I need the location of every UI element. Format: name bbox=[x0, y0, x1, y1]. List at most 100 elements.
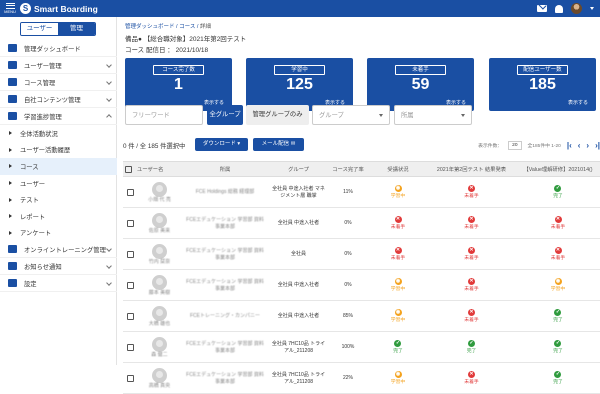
sidebar-subitem-survey[interactable]: アンケート bbox=[0, 225, 117, 242]
user-avatar[interactable] bbox=[571, 3, 582, 14]
download-button[interactable]: ダウンロード ▾ bbox=[195, 138, 248, 151]
sidebar-item-courses[interactable]: コース管理 bbox=[0, 74, 117, 91]
table-row[interactable]: 竹内 栞奈 FCEエデュケーション 学習部 資料事業本部 全社員 0% ✕ 未着… bbox=[123, 239, 600, 270]
status-indicator: ◉ 学習中 bbox=[391, 371, 405, 386]
group-cell: 全社員 中途入社者 マネジメント層 職掌 bbox=[272, 185, 325, 199]
row-checkbox[interactable] bbox=[126, 189, 134, 196]
chevron-up-icon bbox=[106, 114, 112, 120]
admin-groups-only-button[interactable]: 管理グループのみ bbox=[246, 105, 309, 125]
sidebar-subitem-course[interactable]: コース bbox=[0, 158, 117, 175]
sidebar-item-online-training[interactable]: オンライントレーニング管理 bbox=[0, 241, 117, 259]
sidebar-item-dashboard[interactable]: 管理ダッシュボード bbox=[0, 40, 117, 57]
all-groups-button[interactable]: 全グループ bbox=[207, 105, 243, 125]
affiliation-cell: FCEエデュケーション 学習部 資料事業本部 bbox=[186, 216, 264, 230]
sidebar-subitem-user[interactable]: ユーザー bbox=[0, 175, 117, 192]
table-row[interactable]: 佐原 美来 FCEエデュケーション 学習部 資料事業本部 全社員 中途入社者 0… bbox=[123, 208, 600, 239]
group-cell: 全社員 bbox=[290, 251, 306, 257]
sidebar-item-users[interactable]: ユーザー管理 bbox=[0, 57, 117, 74]
status-icon: ✓ bbox=[467, 340, 475, 347]
user-name[interactable]: 大橋 雄也 bbox=[149, 321, 170, 328]
col-status[interactable]: 受講状況 bbox=[373, 162, 423, 178]
breadcrumb-dashboard-link[interactable]: 管理ダッシュボード bbox=[125, 24, 175, 30]
col-affiliation[interactable]: 所属 bbox=[185, 162, 265, 178]
user-name[interactable]: 高橋 真央 bbox=[149, 383, 170, 390]
breadcrumb-separator: / bbox=[196, 24, 199, 30]
role-admin-tab[interactable]: 管理 bbox=[58, 23, 95, 35]
menu-label: MENU bbox=[4, 9, 16, 14]
user-progress-table: ユーザー名 所属 グループ コース完了率 受講状況 2021年第2回テスト 結果… bbox=[123, 161, 600, 394]
selection-count: 0 件 / 全 185 件選択中 bbox=[123, 143, 186, 150]
users-icon bbox=[8, 61, 17, 69]
col-completion-rate[interactable]: コース完了率 bbox=[328, 162, 368, 178]
status-indicator: ✕ 未着手 bbox=[391, 247, 405, 262]
per-page-select[interactable]: 20 bbox=[508, 140, 522, 150]
user-name[interactable]: 藤本 美樹 bbox=[149, 290, 170, 297]
select-all-checkbox[interactable] bbox=[125, 166, 132, 173]
status-indicator: ✕ 未着手 bbox=[464, 309, 479, 324]
row-checkbox[interactable] bbox=[126, 251, 134, 258]
mail-send-button[interactable]: メール配信 ✉ bbox=[253, 138, 304, 151]
status-icon: ✕ bbox=[468, 216, 475, 223]
free-word-input[interactable]: フリーワード bbox=[125, 105, 203, 125]
completion-rate-cell: 100% bbox=[341, 344, 355, 350]
affiliation-select[interactable]: 所属 bbox=[394, 105, 472, 125]
status-label: 完了 bbox=[393, 349, 403, 354]
sidebar-subitem-report[interactable]: レポート bbox=[0, 208, 117, 225]
bell-icon[interactable] bbox=[555, 4, 563, 13]
avatar bbox=[152, 243, 167, 259]
user-name[interactable]: 竹内 栞奈 bbox=[149, 259, 170, 266]
breadcrumb-course-link[interactable]: コース bbox=[179, 24, 195, 30]
mail-icon[interactable] bbox=[537, 5, 547, 12]
status-indicator: ✓ 完了 bbox=[553, 309, 563, 324]
row-checkbox[interactable] bbox=[126, 220, 134, 227]
table-row[interactable]: 高橋 真央 FCEエデュケーション 学習部 資料事業本部 全社員 7HC10品 … bbox=[123, 363, 600, 394]
menu-button[interactable]: MENU bbox=[4, 2, 16, 15]
table-row[interactable]: 藤本 美樹 FCEエデュケーション 学習部 資料事業本部 全社員 中途入社者 0… bbox=[123, 270, 600, 301]
completion-rate-cell: 85% bbox=[342, 313, 353, 319]
status-indicator: ◉ 学習中 bbox=[391, 185, 405, 200]
group-cell: 全社員 7HC10品 トライアル_211208 bbox=[271, 371, 326, 385]
prev-page-icon[interactable]: ‹ bbox=[578, 141, 581, 150]
row-checkbox[interactable] bbox=[126, 282, 134, 289]
table-row[interactable]: 大橋 雄也 FCEトレーニング・カンパニー 全社員 中途入社者 85% ◉ 学習… bbox=[123, 301, 600, 332]
next-page-icon[interactable]: › bbox=[586, 141, 589, 150]
user-name[interactable]: 森 健二 bbox=[151, 352, 167, 359]
user-name[interactable]: 佐原 美来 bbox=[149, 228, 170, 235]
group-select[interactable]: グループ bbox=[312, 105, 390, 125]
row-checkbox[interactable] bbox=[126, 375, 134, 382]
row-checkbox-cell bbox=[125, 301, 135, 332]
main-content: 管理ダッシュボード / コース / 詳細 備品● 【総合職対象】2021年第2回… bbox=[117, 17, 600, 394]
sidebar-item-own-content[interactable]: 自社コンテンツ管理 bbox=[0, 91, 117, 108]
avatar bbox=[152, 274, 167, 290]
user-cell: 高橋 真央 bbox=[137, 363, 182, 394]
sidebar-subitem-test[interactable]: テスト bbox=[0, 191, 117, 208]
status-indicator: ✓ 完了 bbox=[553, 371, 563, 386]
app-brand[interactable]: S Smart Boarding bbox=[20, 2, 98, 15]
sidebar-item-settings[interactable]: 設定 bbox=[0, 275, 117, 293]
row-checkbox[interactable] bbox=[126, 344, 134, 351]
table-toolbar: 0 件 / 全 185 件選択中 ダウンロード ▾ メール配信 ✉ 表示件数： … bbox=[123, 137, 600, 153]
table-row[interactable]: 小畑 代 亮 FCE Holdings 総務 経理部 全社員 中途入社者 マネジ… bbox=[123, 177, 600, 208]
sidebar-subitem-user-activity[interactable]: ユーザー活動履歴 bbox=[0, 142, 117, 159]
col-test-result[interactable]: 2021年第2回テスト 結果発表 bbox=[429, 162, 514, 178]
status-icon: ✓ bbox=[554, 185, 562, 192]
col-username[interactable]: ユーザー名 bbox=[137, 162, 182, 178]
row-checkbox[interactable] bbox=[126, 313, 134, 320]
status-label: 学習中 bbox=[390, 287, 406, 292]
col-value-training[interactable]: 【Value理解研修】2021014() bbox=[516, 162, 600, 178]
sidebar-item-progress[interactable]: 学習進捗管理 bbox=[0, 108, 117, 125]
sidebar-item-notifications[interactable]: お知らせ通知 bbox=[0, 258, 117, 276]
group-select-value: グループ bbox=[319, 112, 344, 119]
user-name[interactable]: 小畑 代 亮 bbox=[148, 197, 171, 204]
breadcrumb: 管理ダッシュボード / コース / 詳細 bbox=[125, 22, 211, 30]
sidebar-subitem-overall[interactable]: 全体活動状況 bbox=[0, 125, 117, 142]
role-user-tab[interactable]: ユーザー bbox=[21, 23, 58, 35]
group-cell: 全社員 中途入社者 bbox=[277, 220, 320, 226]
last-page-icon[interactable]: ›| bbox=[595, 141, 600, 150]
chevron-down-icon[interactable] bbox=[590, 7, 594, 10]
first-page-icon[interactable]: |‹ bbox=[567, 141, 572, 150]
table-row[interactable]: 森 健二 FCEエデュケーション 学習部 資料事業本部 全社員 7HC10品 ト… bbox=[123, 332, 600, 363]
status-icon: ◉ bbox=[394, 185, 402, 192]
group-cell: 全社員 7HC10品 トライアル_211208 bbox=[271, 340, 326, 354]
col-group[interactable]: グループ bbox=[271, 162, 326, 178]
